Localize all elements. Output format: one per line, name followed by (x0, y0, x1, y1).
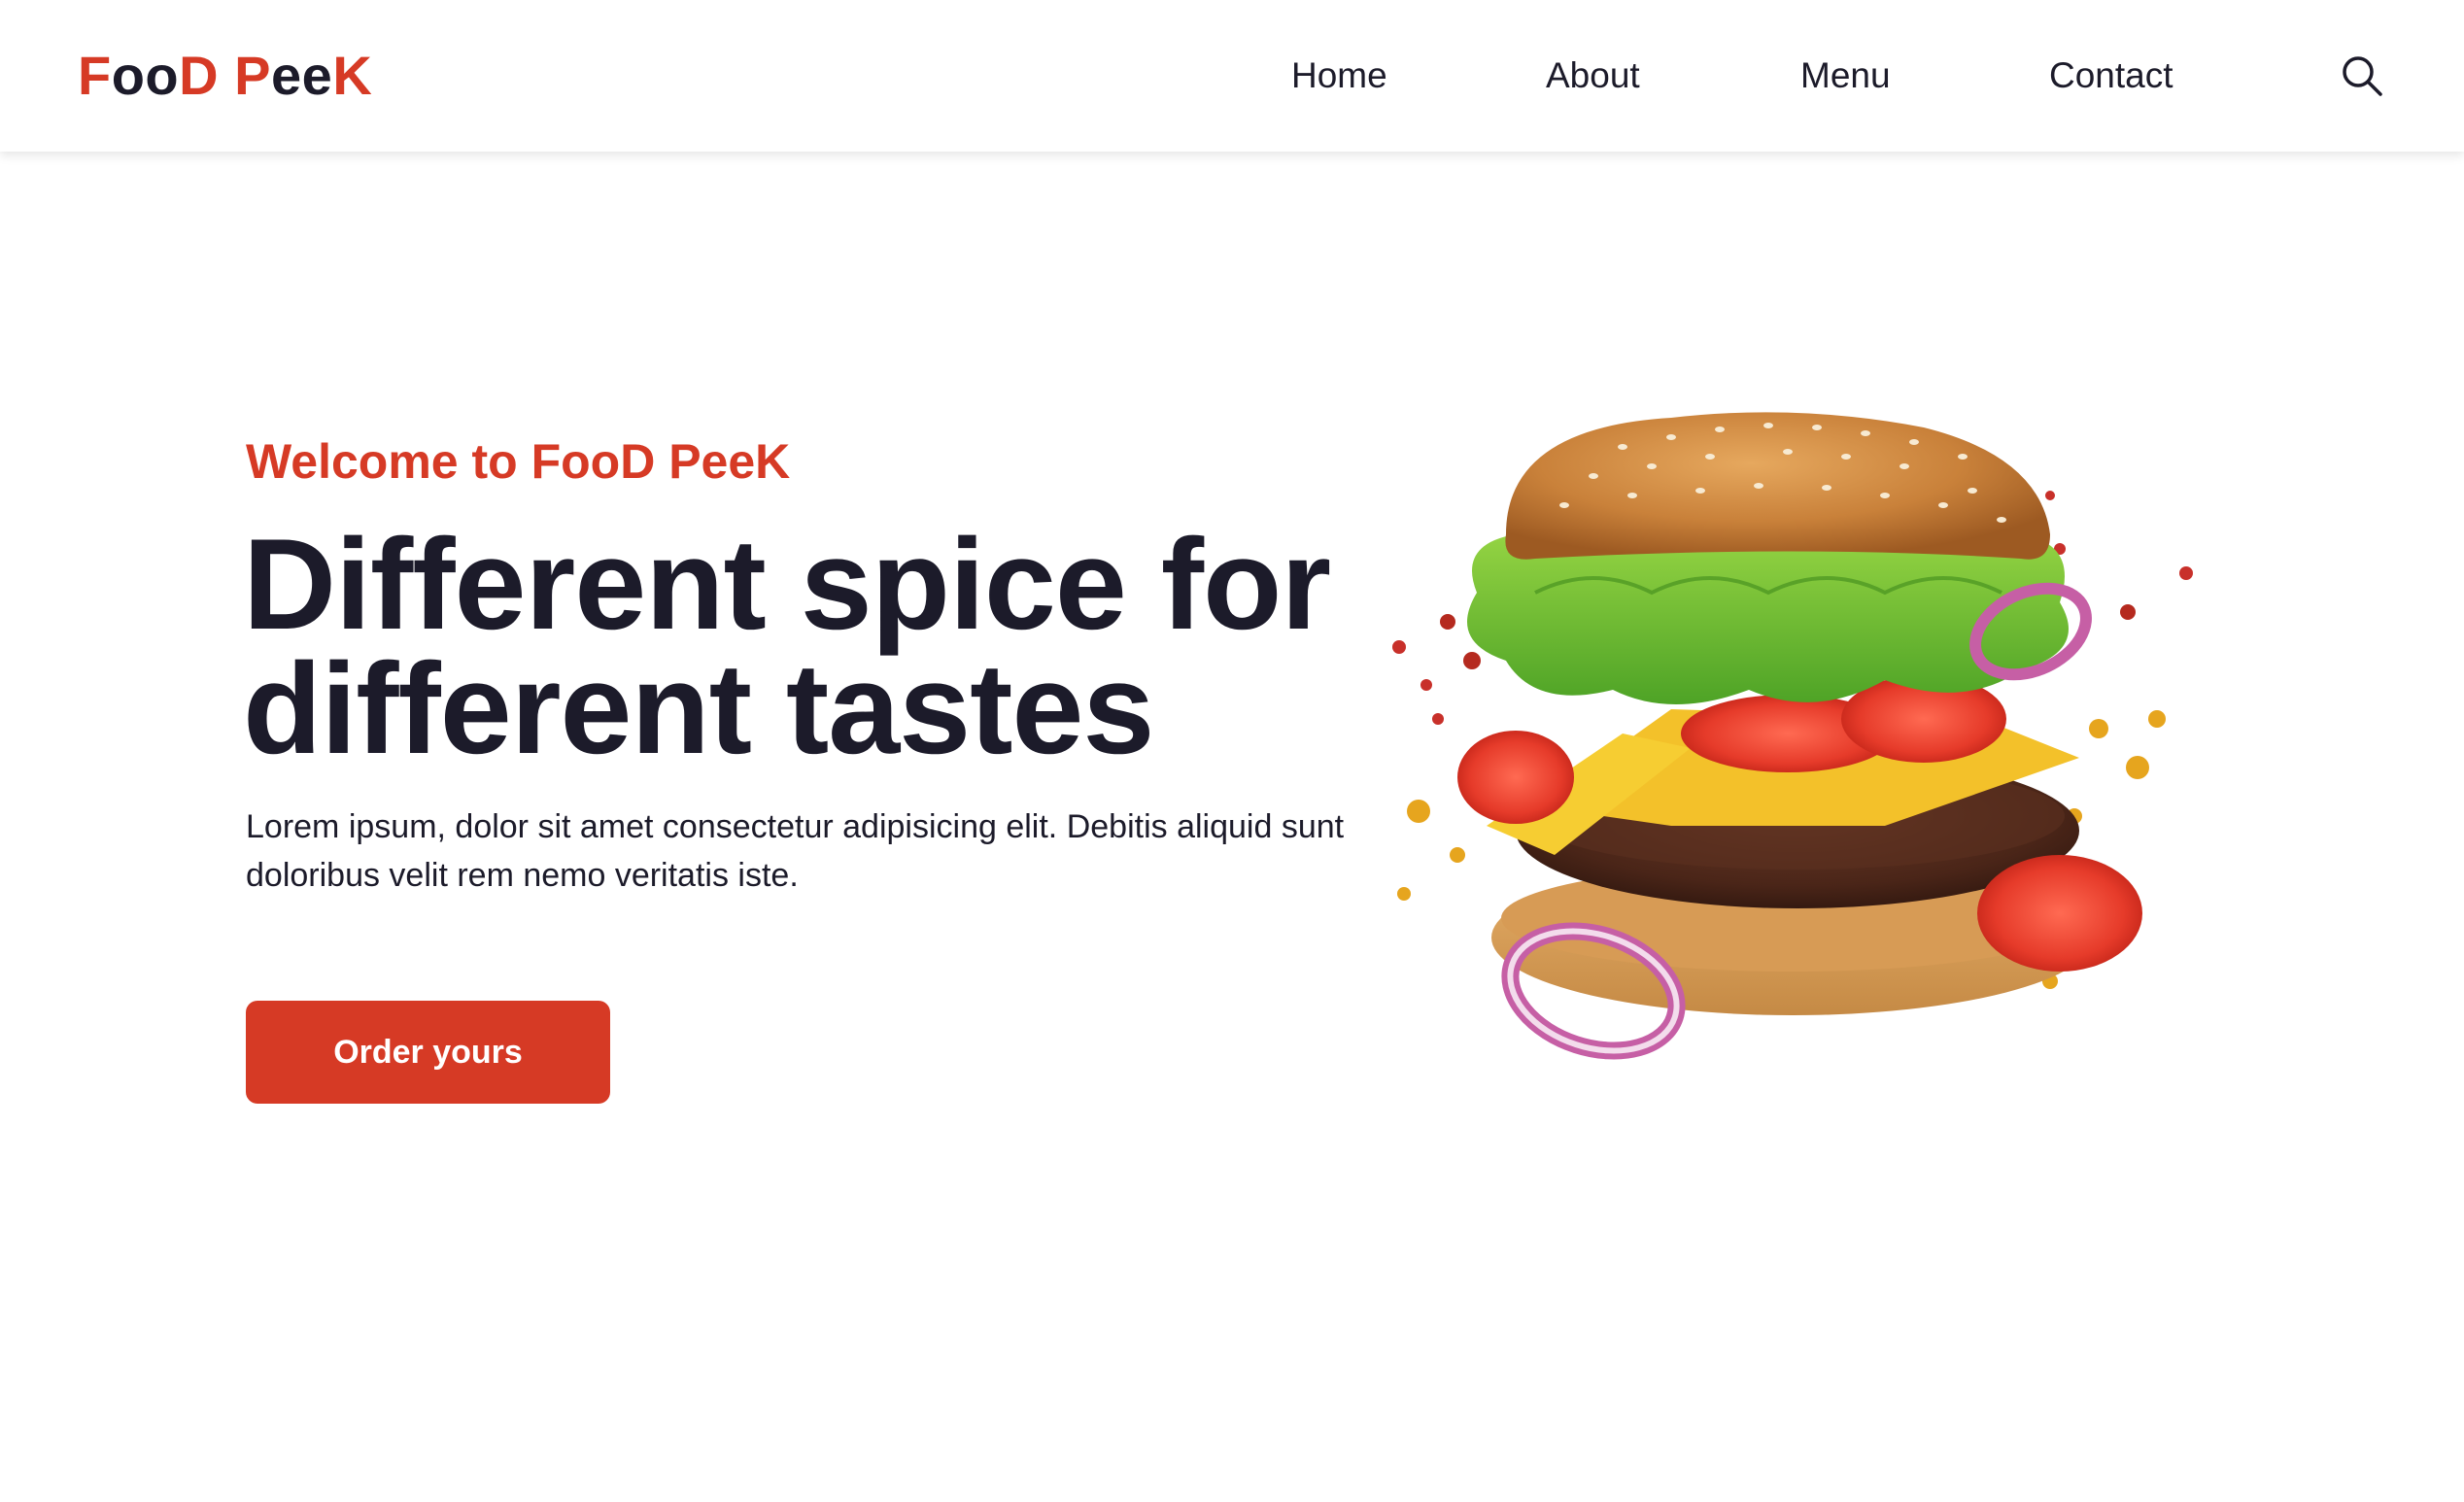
nav-about-link[interactable]: About (1546, 49, 1640, 103)
burger-illustration (1392, 412, 2193, 1060)
main-nav: Home About Menu Contact (0, 49, 2464, 103)
welcome-heading: Welcome to FooD PeeK (246, 434, 791, 489)
hero-description: Lorem ipsum, dolor sit amet consectetur … (246, 808, 1345, 894)
nav-menu-link[interactable]: Menu (1800, 49, 1891, 103)
nav-contact-link[interactable]: Contact (2049, 49, 2173, 103)
headline-line-1: Different spice for (243, 513, 1331, 657)
top-bun (1505, 412, 2050, 560)
order-button[interactable]: Order yours (246, 1001, 610, 1104)
headline-line-2: different tastes (243, 637, 1154, 781)
search-icon[interactable] (2340, 53, 2384, 98)
site-header: FooD PeeK Home About Menu Contact (0, 0, 2464, 152)
hero-headline: Different spice for different tastes (243, 521, 1428, 774)
nav-home-link[interactable]: Home (1291, 49, 1387, 103)
